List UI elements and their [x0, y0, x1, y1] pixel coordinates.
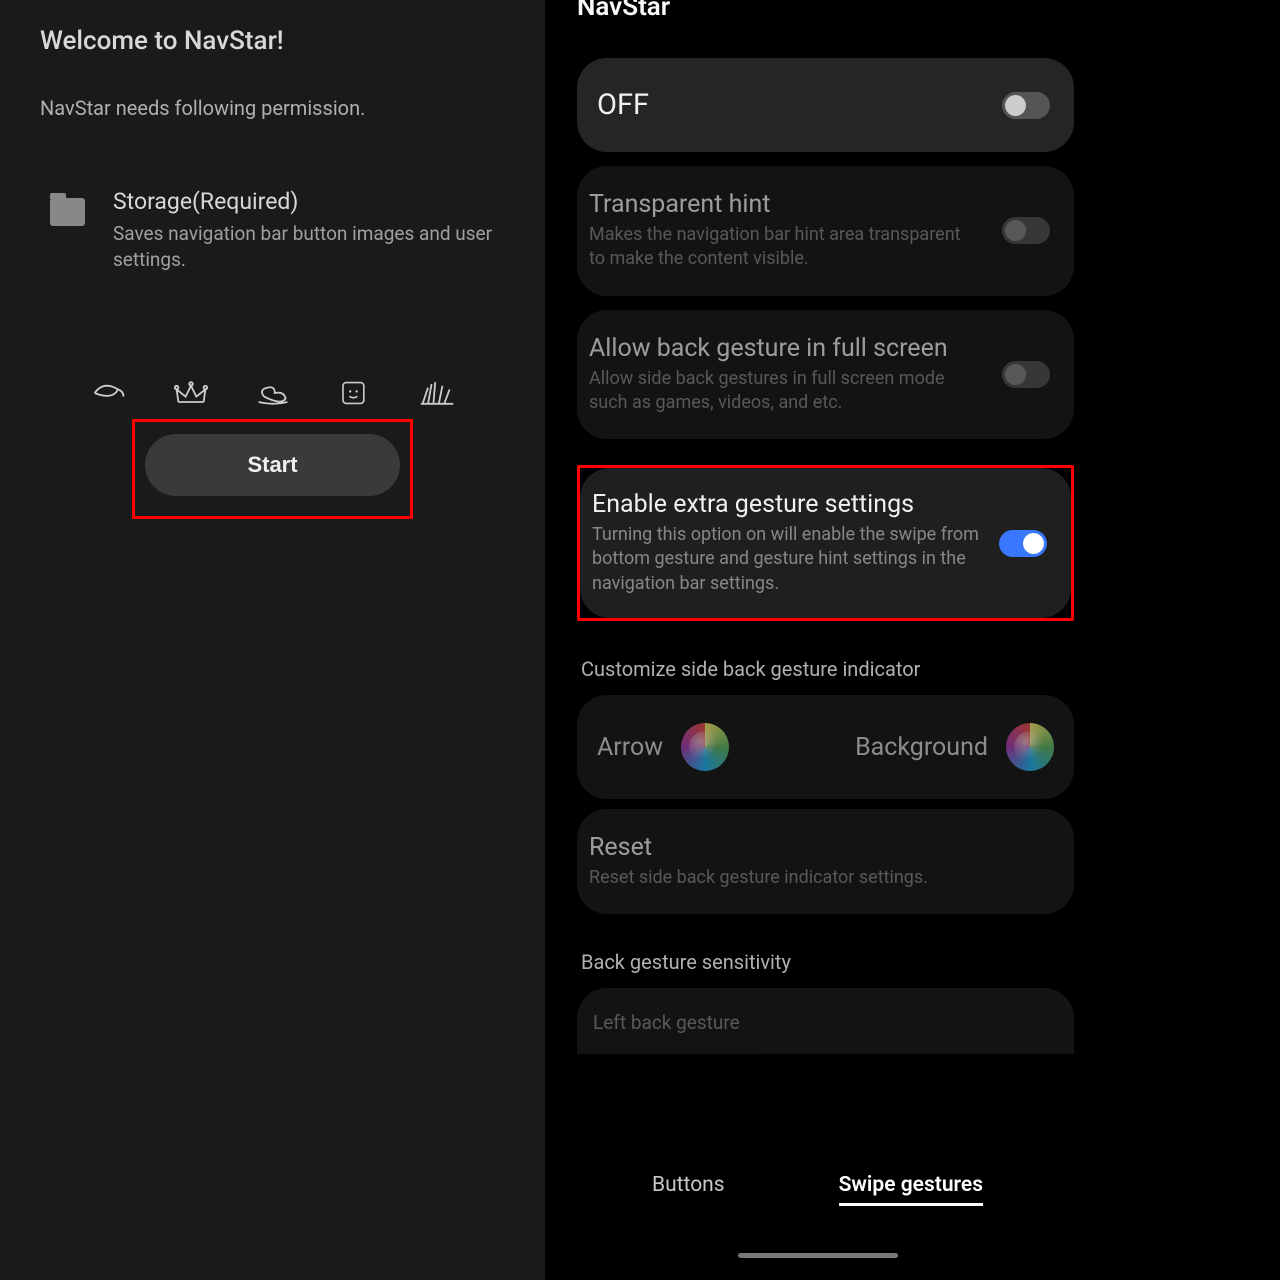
extra-gesture-switch[interactable]	[999, 530, 1047, 557]
decorative-icon-row	[40, 377, 505, 409]
arrow-color-item[interactable]: Arrow	[597, 723, 729, 771]
start-highlight-box: Start	[132, 419, 413, 519]
left-back-gesture-card[interactable]: Left back gesture	[577, 988, 1074, 1054]
storage-desc: Saves navigation bar button images and u…	[113, 221, 505, 272]
left-back-gesture-label: Left back gesture	[593, 1010, 983, 1036]
color-wheel-icon[interactable]	[681, 723, 729, 771]
reset-desc: Reset side back gesture indicator settin…	[589, 866, 979, 890]
reset-title: Reset	[589, 833, 1050, 862]
welcome-title: Welcome to NavStar!	[40, 26, 505, 56]
reset-card[interactable]: Reset Reset side back gesture indicator …	[577, 809, 1074, 914]
crown-icon	[173, 377, 209, 409]
transparent-hint-card[interactable]: Transparent hint Makes the navigation ba…	[577, 166, 1074, 296]
storage-permission-row: Storage(Required) Saves navigation bar b…	[40, 188, 505, 272]
color-wheel-icon[interactable]	[1006, 723, 1054, 771]
allow-back-gesture-switch[interactable]	[1002, 361, 1050, 388]
allow-back-gesture-card[interactable]: Allow back gesture in full screen Allow …	[577, 310, 1074, 440]
grass-icon	[419, 377, 455, 409]
main-toggle-switch[interactable]	[1002, 92, 1050, 119]
transparent-hint-switch[interactable]	[1002, 217, 1050, 244]
duck-icon	[255, 377, 291, 409]
transparent-hint-desc: Makes the navigation bar hint area trans…	[589, 223, 979, 272]
tab-swipe-gestures[interactable]: Swipe gestures	[839, 1173, 983, 1206]
sensitivity-section-label: Back gesture sensitivity	[577, 950, 1074, 974]
transparent-hint-title: Transparent hint	[589, 190, 1002, 219]
storage-title: Storage(Required)	[113, 188, 505, 215]
extra-gesture-desc: Turning this option on will enable the s…	[592, 523, 982, 596]
smiley-square-icon	[337, 377, 373, 409]
home-bar-indicator[interactable]	[738, 1253, 898, 1258]
folder-icon	[50, 198, 85, 226]
allow-back-gesture-desc: Allow side back gestures in full screen …	[589, 367, 979, 416]
start-button[interactable]: Start	[145, 434, 400, 496]
welcome-panel: Welcome to NavStar! NavStar needs follow…	[0, 0, 545, 1280]
bottom-tabs: Buttons Swipe gestures	[545, 1173, 1090, 1206]
allow-back-gesture-title: Allow back gesture in full screen	[589, 334, 1002, 363]
main-toggle-card[interactable]: OFF	[577, 58, 1074, 152]
color-picker-card: Arrow Background	[577, 695, 1074, 799]
customize-section-label: Customize side back gesture indicator	[577, 657, 1074, 681]
tab-buttons[interactable]: Buttons	[652, 1173, 725, 1206]
settings-panel: NavStar OFF Transparent hint Makes the n…	[545, 0, 1090, 1280]
page-title: NavStar	[577, 0, 1074, 22]
extra-gesture-title: Enable extra gesture settings	[592, 490, 999, 519]
extra-gesture-highlight-box: Enable extra gesture settings Turning th…	[577, 465, 1074, 621]
extra-gesture-card[interactable]: Enable extra gesture settings Turning th…	[580, 468, 1071, 618]
permission-intro: NavStar needs following permission.	[40, 96, 505, 120]
arrow-label: Arrow	[597, 733, 663, 762]
main-toggle-label: OFF	[597, 88, 1002, 122]
background-color-item[interactable]: Background	[855, 723, 1054, 771]
background-label: Background	[855, 733, 988, 762]
fish-icon	[91, 377, 127, 409]
